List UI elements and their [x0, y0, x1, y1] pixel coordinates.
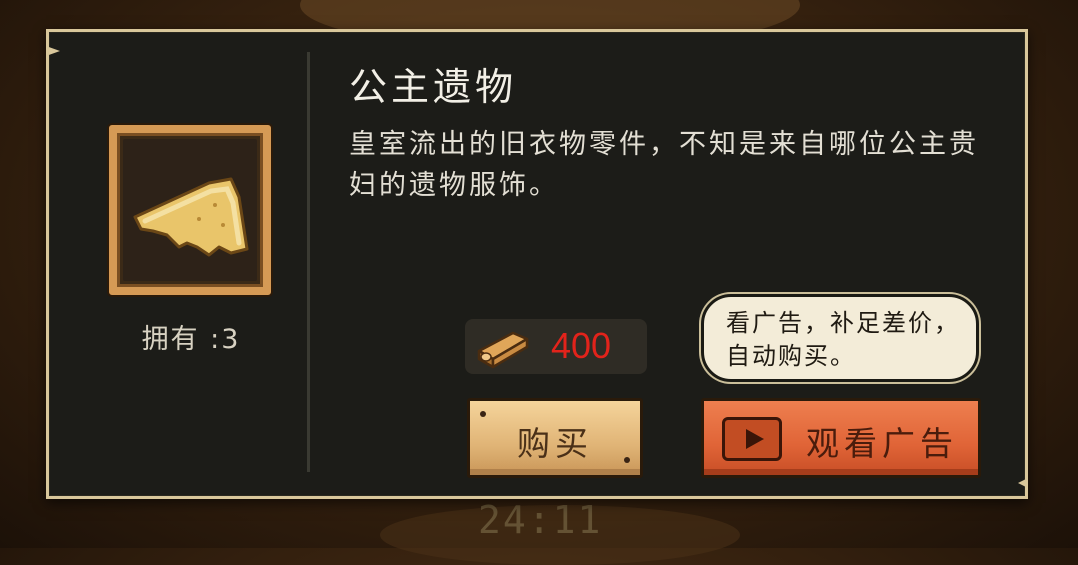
panel-divider: [307, 52, 310, 472]
item-description: 皇室流出的旧衣物零件，不知是来自哪位公主贵妇的遗物服饰。: [349, 129, 979, 201]
fabric-scrap-icon: [133, 177, 249, 257]
ad-hint-bubble: 看广告，补足差价，自动购买。: [701, 294, 979, 382]
background-timer: 24:11: [478, 498, 603, 542]
buy-button[interactable]: 购买: [467, 398, 643, 478]
item-detail-panel: 拥有 :3 公主遗物 皇室流出的旧衣物零件，不知是来自哪位公主贵妇的遗物服饰。 …: [46, 29, 1028, 499]
item-title: 公主遗物: [349, 65, 518, 109]
price-display: 400: [465, 319, 647, 374]
ad-hint-text: 看广告，补足差价，自动购买。: [726, 309, 960, 370]
video-play-icon: [722, 417, 782, 461]
watch-ad-button[interactable]: 观看广告: [701, 398, 981, 478]
panel-corner-decoration: [46, 46, 60, 56]
panel-corner-decoration: [1018, 478, 1028, 488]
wood-log-icon: [477, 331, 529, 369]
item-icon-slot: [123, 139, 257, 281]
owned-count: 拥有 :3: [141, 324, 241, 355]
price-value: 400: [551, 325, 612, 366]
item-icon-frame: [109, 125, 271, 295]
watch-ad-button-label: 观看广告: [806, 424, 958, 463]
buy-button-label: 购买: [517, 424, 593, 463]
